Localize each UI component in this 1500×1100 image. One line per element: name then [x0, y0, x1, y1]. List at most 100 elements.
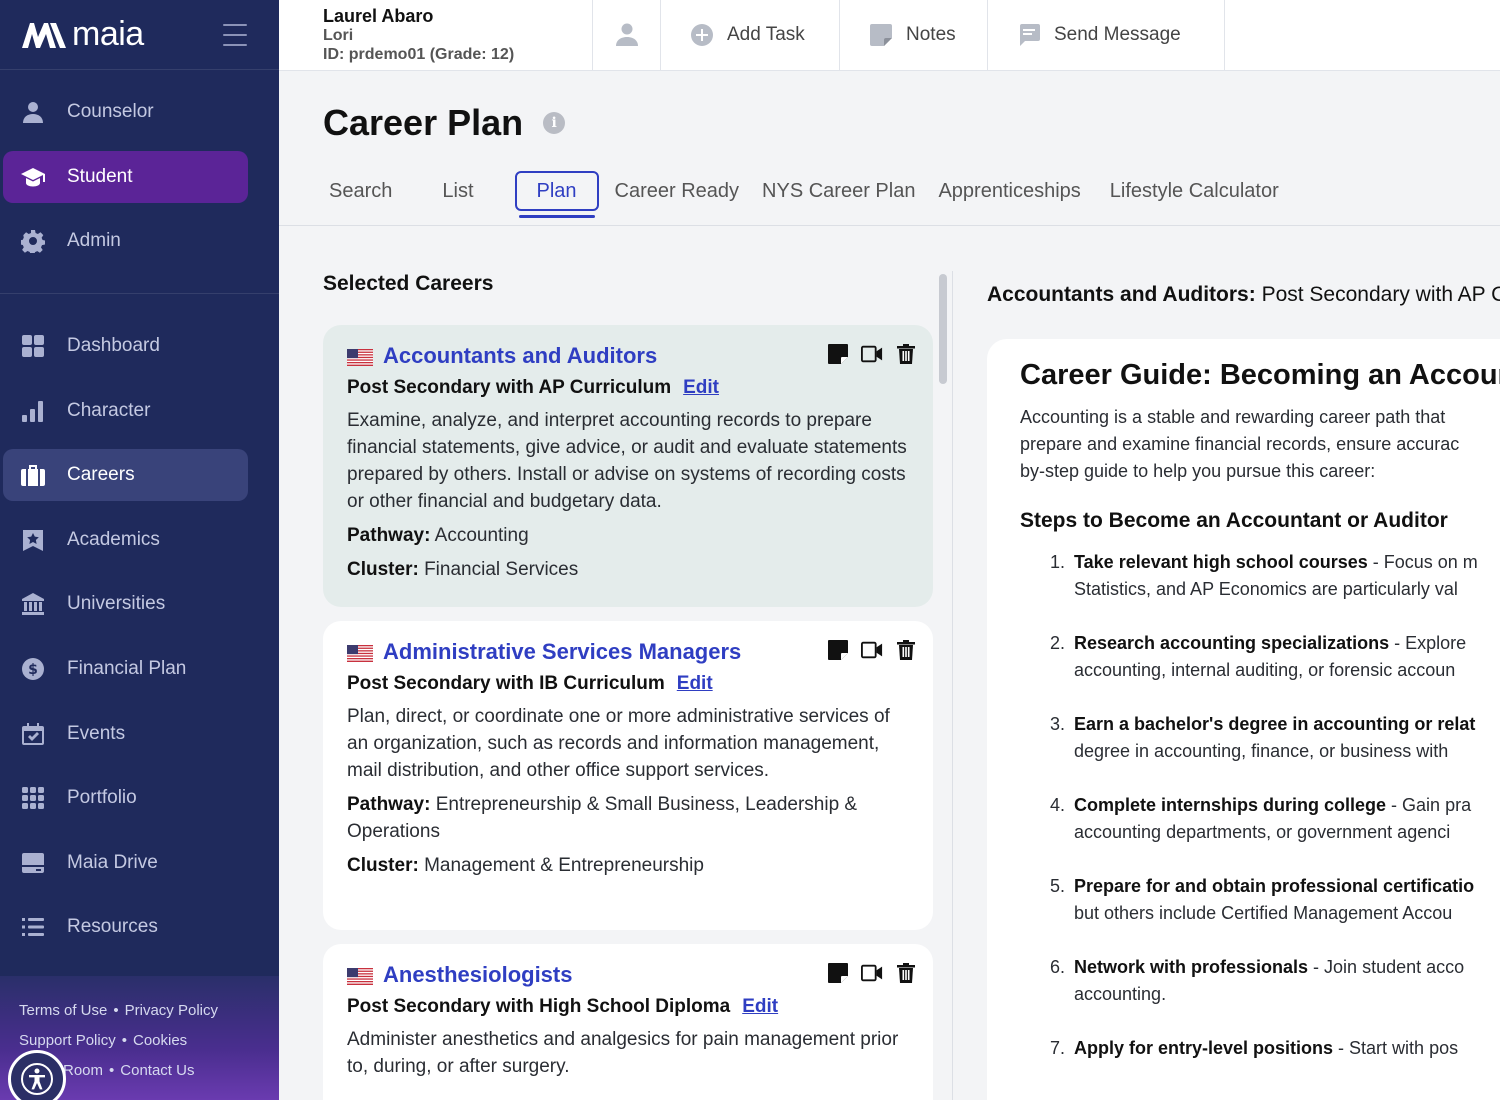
nav-academics[interactable]: Academics: [3, 514, 248, 566]
user-icon: [20, 99, 46, 125]
nav-character[interactable]: Character: [3, 385, 248, 437]
edit-link[interactable]: Edit: [742, 996, 778, 1017]
career-description: Examine, analyze, and interpret accounti…: [347, 410, 907, 512]
card-actions: [827, 639, 917, 661]
trash-icon[interactable]: [895, 962, 917, 984]
accessibility-button[interactable]: [8, 1050, 66, 1100]
briefcase-icon: [20, 462, 46, 488]
note-icon[interactable]: [827, 343, 849, 365]
tab-search[interactable]: Search: [329, 171, 392, 211]
step-item: 1. Take relevant high school courses - Fo…: [1050, 552, 1478, 599]
nav-label: Dashboard: [67, 335, 160, 356]
menu-toggle-icon[interactable]: [223, 24, 247, 46]
tab-plan[interactable]: Plan: [514, 171, 599, 218]
us-flag-icon: [347, 348, 373, 366]
nav-portfolio[interactable]: Portfolio: [3, 772, 248, 824]
send-message-button[interactable]: Send Message: [988, 0, 1225, 70]
terms-link[interactable]: Terms of Use: [19, 1002, 107, 1019]
nav-careers[interactable]: Careers: [3, 449, 248, 502]
nav-dashboard[interactable]: Dashboard: [3, 320, 248, 372]
nav-label: Events: [67, 722, 126, 744]
career-card[interactable]: Anesthesiologists Post Secondary with Hi…: [323, 944, 933, 1100]
student-nickname: Lori: [323, 27, 354, 44]
career-plan-type: Post Secondary with IB Curriculum Edit: [347, 673, 713, 694]
step-item: 7. Apply for entry-level positions - Star…: [1050, 1038, 1459, 1058]
plan-content: Selected Careers Accountants and Auditor…: [279, 227, 1500, 1100]
step-item: 3. Earn a bachelor's degree in accounting…: [1050, 714, 1476, 761]
career-title[interactable]: Accountants and Auditors: [383, 343, 657, 369]
note-icon[interactable]: [827, 639, 849, 661]
room-link[interactable]: Room: [63, 1062, 103, 1079]
career-card[interactable]: Accountants and Auditors Post Secondary …: [323, 325, 933, 607]
sidebar-header: maia: [0, 0, 279, 70]
video-icon[interactable]: [861, 639, 883, 661]
calendar-check-icon: [20, 721, 46, 747]
careers-scrollbar[interactable]: [936, 271, 950, 1100]
info-icon[interactable]: i: [543, 112, 566, 134]
nav-label: Character: [67, 399, 151, 421]
student-profile-button[interactable]: [593, 0, 661, 70]
main-nav: Dashboard Character Careers Academics Un…: [0, 294, 279, 953]
career-plan-type: Post Secondary with High School Diploma E…: [347, 996, 779, 1017]
career-pathway: Pathway: Entrepreneurship & Small Busine…: [347, 794, 858, 842]
grid-icon: [20, 333, 46, 359]
nav-label: Student: [67, 165, 133, 187]
contact-link[interactable]: Contact Us: [120, 1062, 194, 1079]
step-item: 5. Prepare for and obtain professional ce…: [1050, 876, 1475, 923]
video-icon[interactable]: [861, 962, 883, 984]
sticky-note-icon: [870, 24, 892, 46]
step-item: 4. Complete internships during college - …: [1050, 795, 1472, 842]
tab-list[interactable]: List: [442, 171, 473, 211]
nav-universities[interactable]: Universities: [3, 578, 248, 630]
page-title: Career Plan i: [323, 102, 566, 144]
sidebar-footer: Terms of Use • Privacy Policy Support Poli…: [0, 976, 279, 1100]
tab-career-ready[interactable]: Career Ready: [615, 171, 740, 211]
list-icon: [20, 914, 46, 940]
trash-icon[interactable]: [895, 639, 917, 661]
send-message-label: Send Message: [1054, 24, 1181, 45]
nav-label: Portfolio: [67, 787, 137, 809]
edit-link[interactable]: Edit: [677, 673, 713, 694]
nav-label: Academics: [67, 528, 160, 550]
nav-counselor[interactable]: Counselor: [3, 86, 248, 138]
nav-label: Resources: [67, 916, 158, 938]
career-pathway: Pathway: Accounting: [347, 525, 529, 546]
nav-label: Counselor: [67, 101, 154, 122]
guide-title: Career Guide: Becoming an Accountant or …: [1020, 359, 1500, 391]
note-icon[interactable]: [827, 962, 849, 984]
dots-grid-icon: [20, 785, 46, 811]
step-item: 6. Network with professionals - Join stud…: [1050, 957, 1465, 1004]
card-actions: [827, 962, 917, 984]
tab-apprenticeships[interactable]: Apprenticeships: [938, 171, 1080, 211]
career-title[interactable]: Anesthesiologists: [383, 962, 572, 988]
career-title[interactable]: Administrative Services Managers: [383, 639, 741, 665]
cookies-link[interactable]: Cookies: [133, 1032, 187, 1049]
nav-financial-plan[interactable]: $ Financial Plan: [3, 643, 248, 695]
privacy-link[interactable]: Privacy Policy: [125, 1002, 218, 1019]
scrollbar-thumb[interactable]: [939, 274, 947, 384]
career-description: Administer anesthetics and analgesics fo…: [347, 1029, 899, 1077]
main-content: Career Plan i Search List Plan Career Re…: [279, 71, 1500, 1100]
edit-link[interactable]: Edit: [683, 377, 719, 398]
notes-button[interactable]: Notes: [840, 0, 988, 70]
video-icon[interactable]: [861, 343, 883, 365]
career-card[interactable]: Administrative Services Managers Post Se…: [323, 621, 933, 930]
nav-maia-drive[interactable]: Maia Drive: [3, 837, 248, 889]
nav-student[interactable]: Student: [3, 150, 248, 203]
nav-resources[interactable]: Resources: [3, 901, 248, 953]
student-id: ID: prdemo01 (Grade: 12): [323, 46, 515, 63]
support-policy-link[interactable]: Support Policy: [19, 1032, 116, 1049]
nav-admin[interactable]: Admin: [3, 215, 248, 267]
student-name: Laurel Abaro: [323, 6, 434, 26]
us-flag-icon: [347, 644, 373, 662]
nav-label: Admin: [67, 230, 121, 252]
career-cluster: Cluster: Financial Services: [347, 559, 579, 580]
nav-label: Universities: [67, 593, 166, 615]
nav-events[interactable]: Events: [3, 708, 248, 760]
add-task-button[interactable]: Add Task: [661, 0, 840, 70]
tab-lifestyle-calculator[interactable]: Lifestyle Calculator: [1110, 171, 1279, 211]
guide-header: Accountants and Auditors: Post Secondary…: [987, 283, 1500, 306]
maia-logo[interactable]: maia: [20, 15, 144, 54]
tab-nys-career-plan[interactable]: NYS Career Plan: [762, 171, 915, 211]
trash-icon[interactable]: [895, 343, 917, 365]
